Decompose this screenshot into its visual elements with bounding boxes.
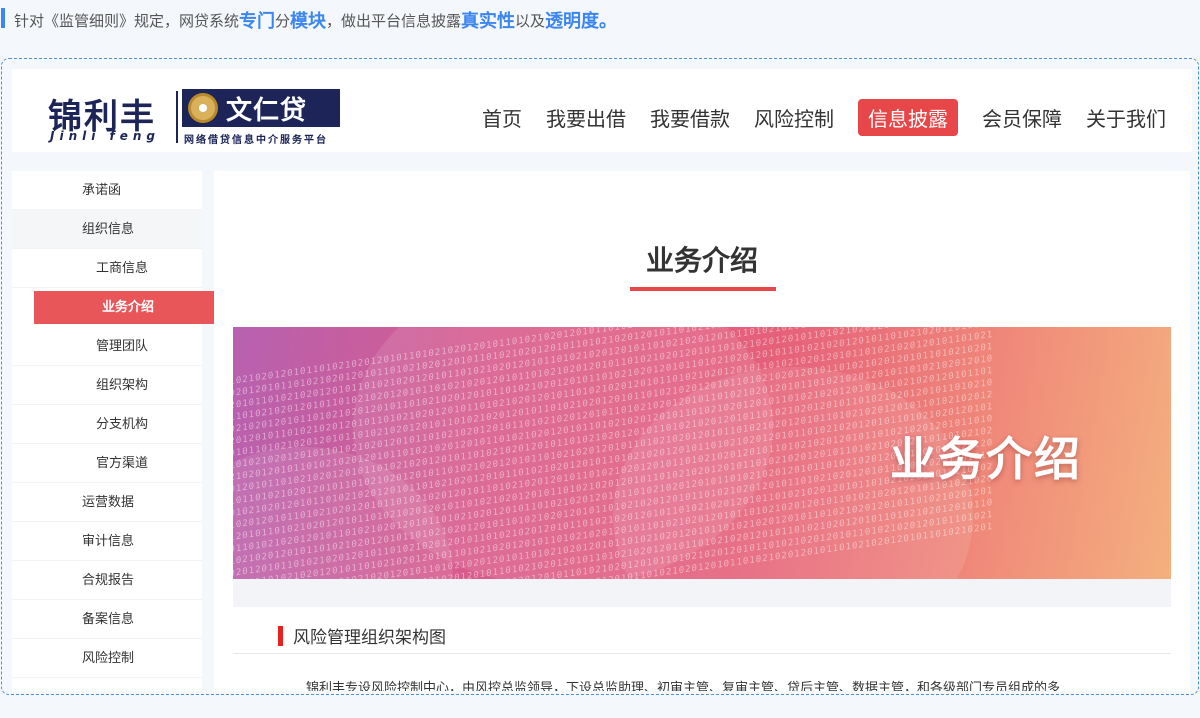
nav-item-0[interactable]: 首页 bbox=[482, 99, 522, 136]
sidebar-item-12[interactable]: 风险控制 bbox=[12, 639, 202, 678]
section-marker bbox=[278, 625, 283, 646]
coin-icon bbox=[188, 93, 218, 123]
sidebar-item-7[interactable]: 官方渠道 bbox=[12, 444, 202, 483]
sidebar-item-label: 业务介绍 bbox=[34, 291, 240, 324]
banner-title: 业务介绍 bbox=[890, 432, 1082, 486]
nav-item-1[interactable]: 我要出借 bbox=[546, 99, 626, 136]
sidebar: 承诺函 组织信息 工商信息 业务介绍 管理团队 组织架构 分支机构 官方渠道 运营数据 审计信息合… bbox=[12, 171, 240, 691]
site-logo[interactable]: 锦利丰 Jinli feng 文仁贷 网络借贷信息中介服务平台 bbox=[48, 89, 348, 146]
notice-bar: 针对《监管细则》规定，网贷系统 专门分模块 ，做出平台信息披露 真实性 以及 透明度。 bbox=[0, 0, 1200, 40]
notice-text-2: 分 bbox=[275, 11, 291, 30]
notice-highlight-2: 模块 bbox=[290, 11, 327, 32]
nav-item-2[interactable]: 我要借款 bbox=[650, 99, 730, 136]
title-underline bbox=[630, 287, 776, 291]
sidebar-item-2[interactable]: 工商信息 bbox=[12, 249, 202, 288]
logo-subtitle: 网络借贷信息中介服务平台 bbox=[184, 135, 328, 146]
sidebar-item-10[interactable]: 合规报告 bbox=[12, 561, 202, 600]
notice-accent bbox=[1, 8, 5, 28]
section-title: 风险管理组织架构图 bbox=[293, 628, 446, 648]
site-header: 锦利丰 Jinli feng 文仁贷 网络借贷信息中介服务平台 首页 我要出借 我要… bbox=[12, 69, 1192, 152]
notice-highlight-4: 透明度。 bbox=[545, 11, 618, 32]
notice-text-3: ，做出平台信息披露 bbox=[326, 11, 462, 30]
sidebar-item-11[interactable]: 备案信息 bbox=[12, 600, 202, 639]
banner-binary-pattern: 0102102012010110102102012010110102102012… bbox=[233, 327, 994, 579]
section-paragraph: 锦利丰专设风险控制中心，由风控总监领导，下设总监助理、初审主管、复审主管、贷后主… bbox=[306, 681, 1061, 691]
page-title: 业务介绍 bbox=[645, 244, 758, 277]
sidebar-item-8[interactable]: 运营数据 bbox=[12, 483, 202, 522]
main-nav: 首页 我要出借 我要借款 风险控制 信息披露 会员保障 关于我们 bbox=[458, 99, 1166, 136]
nav-item-6[interactable]: 关于我们 bbox=[1086, 99, 1166, 136]
notice-highlight-1: 专门 bbox=[239, 11, 276, 32]
main-content: 业务介绍 01021020120101101021020120101101021… bbox=[214, 171, 1190, 691]
nav-item-3[interactable]: 风险控制 bbox=[754, 99, 834, 136]
sidebar-item-1[interactable]: 组织信息 bbox=[12, 210, 202, 249]
nav-item-5[interactable]: 会员保障 bbox=[982, 99, 1062, 136]
section-heading: 风险管理组织架构图 bbox=[278, 623, 446, 648]
notice-text-4: 以及 bbox=[515, 11, 546, 30]
sidebar-item-5[interactable]: 组织架构 bbox=[12, 366, 202, 405]
logo-en: Jinli feng bbox=[50, 129, 161, 143]
preview-frame: 锦利丰 Jinli feng 文仁贷 网络借贷信息中介服务平台 首页 我要出借 我要… bbox=[1, 58, 1199, 695]
nav-item-4[interactable]: 信息披露 bbox=[858, 99, 958, 136]
sidebar-item-4[interactable]: 管理团队 bbox=[12, 327, 202, 366]
sidebar-item-0[interactable]: 承诺函 bbox=[12, 171, 202, 210]
notice-highlight-3: 真实性 bbox=[461, 11, 516, 32]
sidebar-item-3[interactable]: 业务介绍 bbox=[12, 288, 240, 327]
banner-image: 0102102012010110102102012010110102102012… bbox=[233, 327, 1171, 579]
notice-text-1: 针对《监管细则》规定，网贷系统 bbox=[14, 11, 240, 30]
sidebar-item-9[interactable]: 审计信息 bbox=[12, 522, 202, 561]
banner-footer-strip bbox=[233, 579, 1171, 607]
sidebar-item-6[interactable]: 分支机构 bbox=[12, 405, 202, 444]
section-divider bbox=[233, 653, 1171, 654]
logo-divider bbox=[176, 91, 178, 143]
